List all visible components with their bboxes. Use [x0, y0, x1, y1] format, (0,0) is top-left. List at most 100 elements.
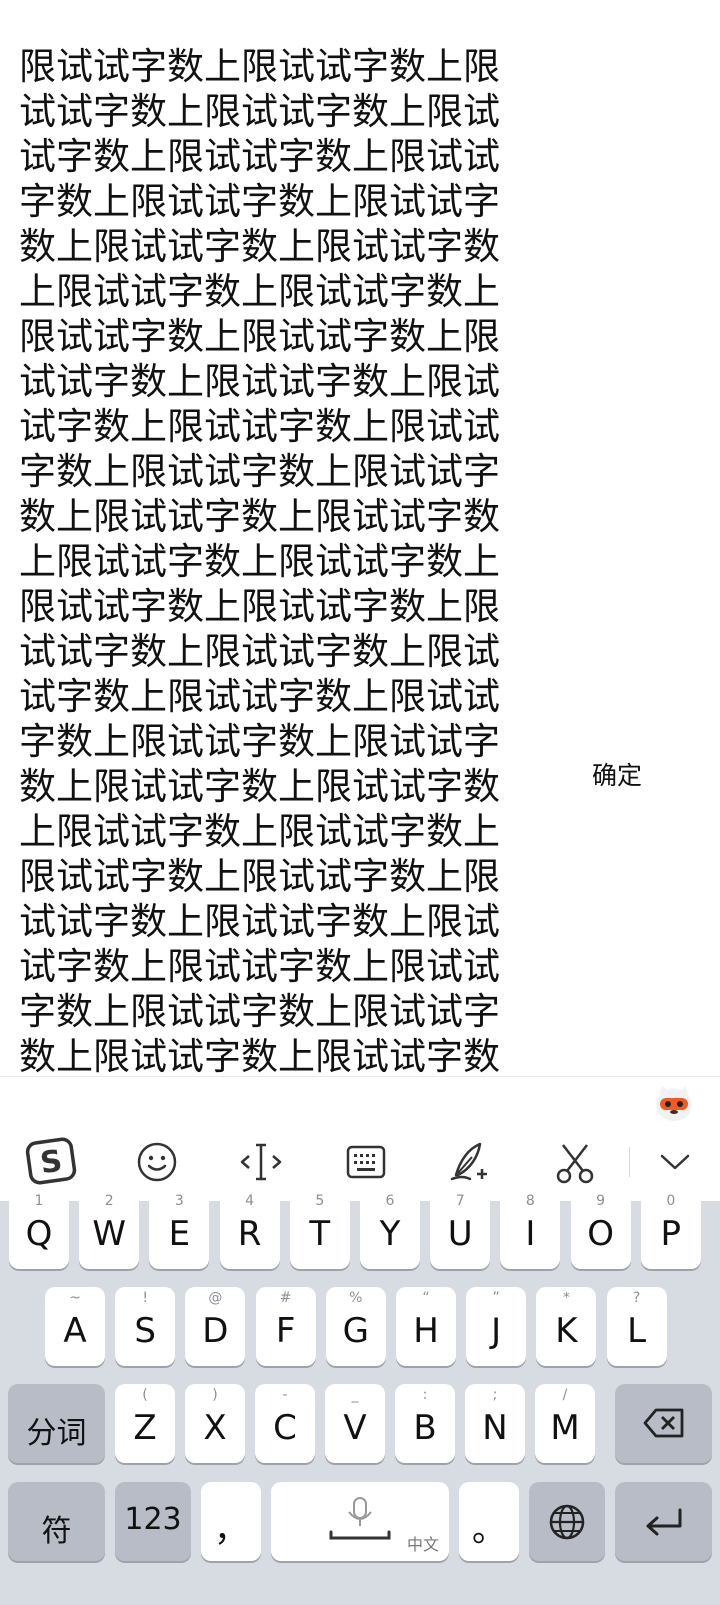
key-q[interactable]: 1Q	[9, 1190, 69, 1269]
language-key[interactable]	[529, 1482, 605, 1561]
editor-line: 试字数上限试试字数上限试试	[19, 135, 500, 178]
key-hint: 4	[245, 1193, 255, 1209]
key-hint: 0	[666, 1193, 676, 1209]
cursor-move-icon[interactable]	[231, 1134, 291, 1190]
key-hint: 9	[596, 1193, 606, 1209]
editor-line: 上限试试字数上限试试字数上	[19, 270, 500, 313]
key-label: P	[660, 1214, 682, 1254]
key-w[interactable]: 2W	[79, 1190, 140, 1269]
key-n[interactable]: ; N	[465, 1384, 525, 1463]
text-editor[interactable]: 限试试字数上限试试字数上限 试试字数上限试试字数上限试 试字数上限试试字数上限试试字…	[0, 0, 720, 1076]
key-label: Q	[25, 1214, 53, 1254]
editor-line: 试字数上限试试字数上限试试	[19, 675, 500, 718]
key-hint: ”	[492, 1290, 500, 1306]
key-label: S	[134, 1311, 156, 1351]
editor-line: 上限试试字数上限试试字数上	[19, 540, 500, 583]
editor-text[interactable]: 限试试字数上限试试字数上限 试试字数上限试试字数上限试 试字数上限试试字数上限试试字…	[19, 44, 519, 1076]
mascot-icon[interactable]	[654, 1084, 694, 1122]
key-r[interactable]: 4R	[219, 1190, 280, 1269]
backspace-key[interactable]	[615, 1384, 712, 1463]
editor-line: 限试试字数上限试试字数上限	[19, 45, 500, 88]
key-x[interactable]: ) X	[185, 1384, 245, 1463]
key-label: O	[587, 1214, 614, 1254]
key-hint: 7	[455, 1193, 465, 1209]
key-o[interactable]: 9O	[570, 1190, 631, 1269]
key-j[interactable]: ” J	[466, 1287, 527, 1366]
enter-key[interactable]	[615, 1482, 712, 1561]
key-m[interactable]: / M	[535, 1384, 595, 1463]
keyboard: 1Q2W3E4R5T6Y7U8I9O0P ~ A! S @ D # F% G “H” J * K? L …	[0, 1190, 720, 1605]
key-hint: 3	[174, 1193, 184, 1209]
key-label: K	[555, 1311, 578, 1351]
key-e[interactable]: 3E	[149, 1190, 210, 1269]
key-f[interactable]: # F	[255, 1287, 316, 1366]
key-b[interactable]: :B	[395, 1384, 455, 1463]
key-label: X	[203, 1408, 227, 1448]
editor-line: 数上限试试字数上限试试字数	[19, 765, 500, 808]
key-hint: 5	[315, 1193, 325, 1209]
key-c[interactable]: -C	[255, 1384, 315, 1463]
chevron-down-icon[interactable]	[645, 1134, 705, 1190]
editor-line: 字数上限试试字数上限试试字	[19, 720, 500, 763]
key-s[interactable]: ! S	[115, 1287, 176, 1366]
number-key[interactable]: 123	[115, 1482, 191, 1561]
backspace-icon	[643, 1408, 684, 1438]
editor-line: 试字数上限试试字数上限试试	[19, 405, 500, 448]
key-g[interactable]: % G	[325, 1287, 386, 1366]
key-hint: 8	[525, 1193, 535, 1209]
key-label: Y	[379, 1214, 401, 1254]
editor-line: 数上限试试字数上限试试字数	[19, 225, 500, 268]
key-label: M	[550, 1408, 580, 1448]
key-hint: ~	[69, 1290, 81, 1306]
key-label: Z	[133, 1408, 157, 1448]
editor-line: 试试字数上限试试字数上限试	[19, 90, 500, 133]
key-k[interactable]: * K	[536, 1287, 597, 1366]
globe-icon	[549, 1504, 585, 1540]
key-u[interactable]: 7U	[430, 1190, 491, 1269]
editor-line: 试字数上限试试字数上限试试	[19, 945, 500, 988]
key-z[interactable]: (Z	[115, 1384, 175, 1463]
comma-key[interactable]: ，	[201, 1482, 261, 1561]
key-h[interactable]: “H	[396, 1287, 456, 1366]
segment-key[interactable]: 分词	[8, 1384, 105, 1463]
editor-line: 试试字数上限试试字数上限试	[19, 360, 500, 403]
sogou-logo-icon[interactable]: S	[22, 1134, 82, 1190]
editor-line: 数上限试试字数上限试试字数	[19, 495, 500, 538]
emoji-icon[interactable]	[127, 1134, 187, 1190]
key-label: G	[342, 1311, 369, 1351]
key-a[interactable]: ~ A	[45, 1287, 105, 1366]
return-icon	[646, 1508, 682, 1536]
keyboard-icon[interactable]	[336, 1134, 396, 1190]
key-t[interactable]: 5T	[289, 1190, 350, 1269]
key-label: L	[627, 1311, 647, 1351]
key-d[interactable]: @ D	[185, 1287, 246, 1366]
key-v[interactable]: _ V	[325, 1384, 385, 1463]
key-label: V	[343, 1408, 367, 1448]
key-hint: (	[142, 1387, 148, 1403]
key-label: R	[237, 1214, 262, 1254]
editor-line: 上限试试字数上限试试字数上	[19, 810, 500, 853]
key-hint: _	[351, 1387, 359, 1403]
key-l[interactable]: ? L	[606, 1287, 667, 1366]
scissors-icon[interactable]	[545, 1134, 605, 1190]
key-p[interactable]: 0P	[640, 1190, 701, 1269]
key-label: A	[63, 1311, 87, 1351]
key-hint: 2	[104, 1193, 114, 1209]
symbol-key[interactable]: 符	[8, 1482, 105, 1561]
key-hint: 1	[34, 1193, 44, 1209]
key-label: J	[491, 1311, 502, 1351]
key-hint: ?	[632, 1290, 641, 1306]
key-label: D	[202, 1311, 229, 1351]
key-i[interactable]: 8I	[500, 1190, 561, 1269]
confirm-button[interactable]: 确定	[592, 756, 642, 792]
key-label: H	[413, 1311, 439, 1351]
microphone-icon	[329, 1497, 391, 1540]
key-label: T	[309, 1214, 331, 1254]
space-key[interactable]: 中文	[271, 1482, 449, 1561]
key-hint: :	[422, 1387, 428, 1403]
key-y[interactable]: 6Y	[360, 1190, 420, 1269]
period-key[interactable]: 。	[459, 1482, 519, 1561]
key-hint: “	[422, 1290, 430, 1306]
handwriting-icon[interactable]	[440, 1134, 500, 1190]
key-label: N	[482, 1408, 508, 1448]
